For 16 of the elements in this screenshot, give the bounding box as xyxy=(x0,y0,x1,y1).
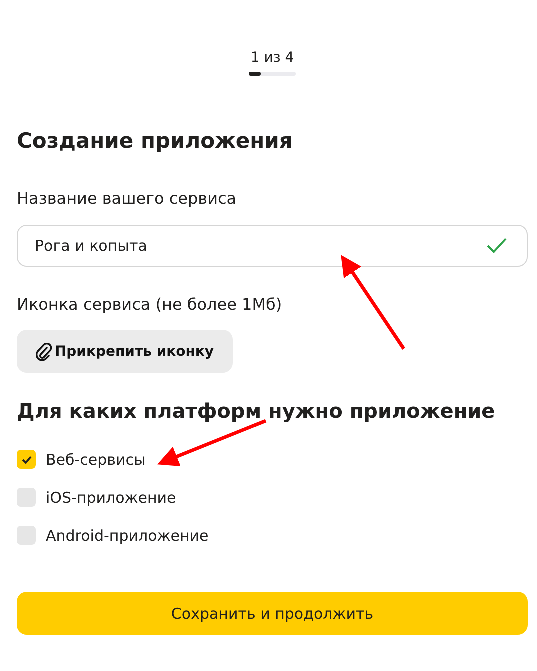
step-counter: 1 из 4 xyxy=(250,50,294,66)
checkbox-label: iOS-приложение xyxy=(46,488,176,506)
check-icon xyxy=(22,456,32,464)
checkbox-label: Веб-сервисы xyxy=(46,450,146,468)
attach-button[interactable]: Прикрепить иконку xyxy=(17,330,233,373)
checkbox[interactable] xyxy=(17,450,36,469)
checkbox[interactable] xyxy=(17,488,36,507)
section-title: Для каких платформ нужно приложение xyxy=(17,399,496,423)
input-field[interactable]: Рога и копыта xyxy=(17,225,528,267)
checkbox[interactable] xyxy=(17,526,36,545)
save-button[interactable]: Сохранить и продолжить xyxy=(17,592,528,635)
page-title: Создание приложения xyxy=(17,129,294,153)
checkbox-label: Android-приложение xyxy=(46,526,209,544)
paperclip-icon xyxy=(36,342,52,360)
field-label: Название вашего сервиса xyxy=(17,189,238,208)
field-label: Иконка сервиса (не более 1Мб) xyxy=(17,295,284,314)
